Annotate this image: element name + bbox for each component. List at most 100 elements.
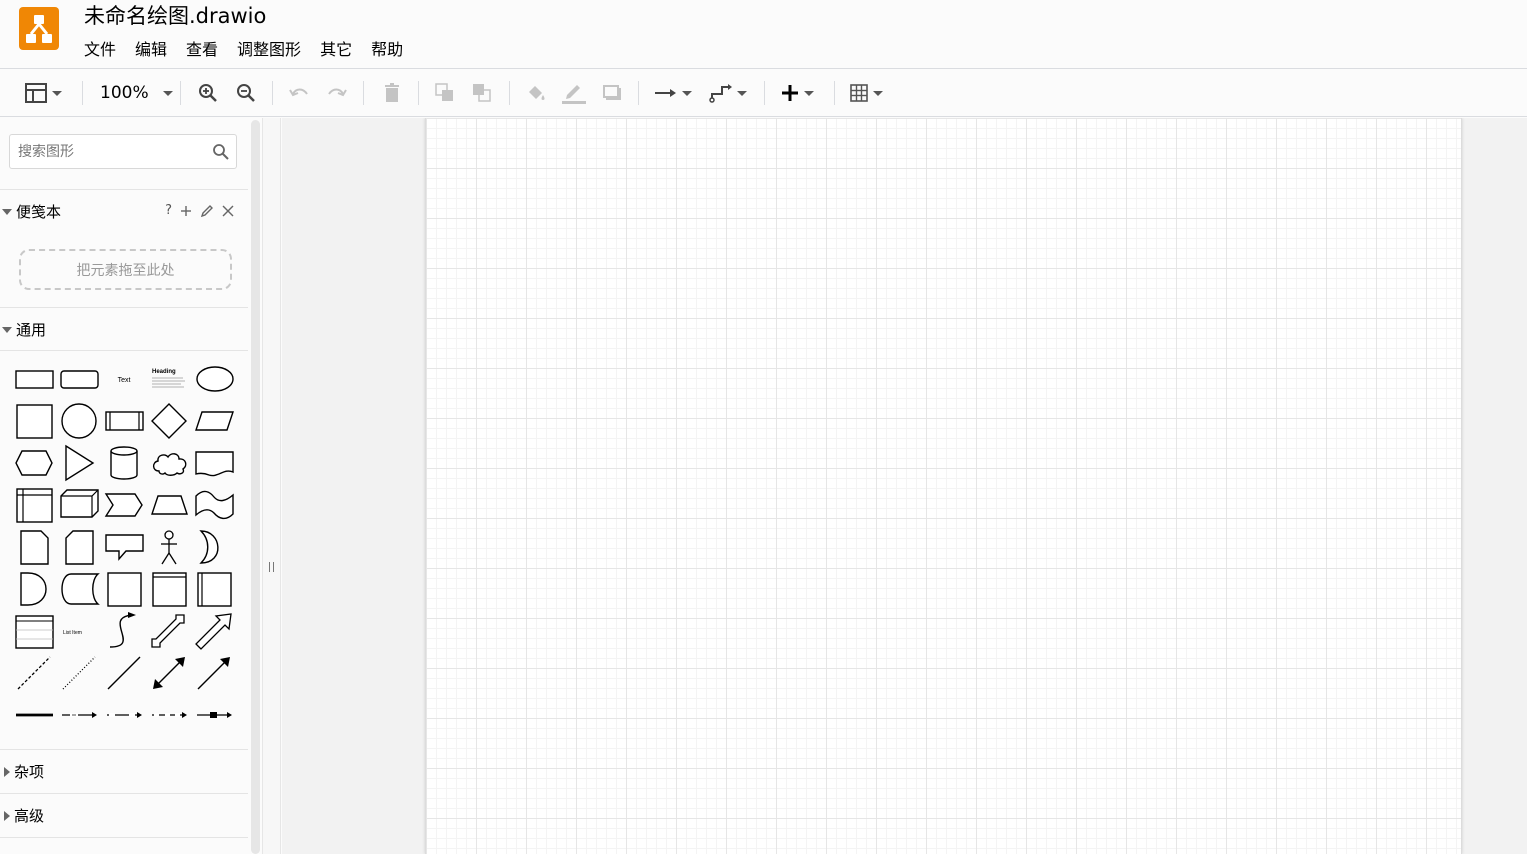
format-panel-toggle-button[interactable] [24,79,62,107]
chevron-down-icon [804,90,814,96]
connection-style-dropdown[interactable] [654,79,692,107]
shape-connector-3-labels[interactable] [147,694,192,736]
section-next-header[interactable] [0,837,248,854]
shadow-button[interactable] [601,79,623,107]
shape-container-vertical[interactable] [192,568,237,610]
toolbar: 100% [0,68,1527,117]
zoom-in-button[interactable] [197,79,219,107]
diagram-page[interactable] [425,118,1462,854]
shape-diamond[interactable] [147,400,192,442]
shape-square[interactable] [12,400,57,442]
shape-hexagon[interactable] [12,442,57,484]
shadow-icon [603,85,621,100]
shape-step[interactable] [102,484,147,526]
divider [0,350,248,351]
shape-tape[interactable] [192,484,237,526]
shape-actor[interactable] [147,526,192,568]
shape-connector-symbol[interactable] [192,694,237,736]
drawio-logo-icon[interactable] [19,7,59,50]
shape-callout[interactable] [102,526,147,568]
shape-internal-storage[interactable] [12,484,57,526]
menu-arrange[interactable]: 调整图形 [237,39,301,61]
shape-connector-label[interactable] [57,694,102,736]
toolbar-divider [509,81,510,105]
chevron-down-icon [682,90,692,96]
shape-rectangle[interactable] [12,358,57,400]
section-advanced-header[interactable]: 高级 [0,793,248,837]
undo-button[interactable] [288,79,310,107]
document-title[interactable]: 未命名绘图.drawio [84,3,266,29]
menu-file[interactable]: 文件 [84,39,116,61]
toolbar-divider [834,81,835,105]
scratchpad-dropzone[interactable]: 把元素拖至此处 [19,249,232,290]
fill-bucket-icon [529,86,545,100]
shape-trapezoid[interactable] [147,484,192,526]
shape-list[interactable] [12,610,57,652]
menu-help[interactable]: 帮助 [371,39,403,61]
shape-line[interactable] [102,652,147,694]
search-input[interactable] [18,142,208,162]
shape-and[interactable] [12,568,57,610]
add-icon[interactable] [180,205,192,217]
insert-dropdown[interactable] [780,79,814,107]
diagram-canvas-area[interactable] [282,118,1527,854]
sidebar-resize-handle[interactable] [262,118,281,854]
shape-dotted-line[interactable] [57,652,102,694]
shape-data-storage[interactable] [57,568,102,610]
shape-list-item[interactable]: List Item [57,610,102,652]
delete-button[interactable] [381,79,403,107]
shape-or[interactable] [192,526,237,568]
shape-cylinder[interactable] [102,442,147,484]
waypoints-dropdown[interactable] [709,79,747,107]
shape-heading-label: Heading [152,369,176,375]
shape-circle[interactable] [57,400,102,442]
shape-list-item-label: List Item [63,630,82,636]
line-color-button[interactable] [561,79,587,107]
menu-view[interactable]: 查看 [186,39,218,61]
section-misc-header[interactable]: 杂项 [0,749,248,793]
close-icon[interactable] [222,205,234,217]
menu-edit[interactable]: 编辑 [135,39,167,61]
shape-directional-connector[interactable] [192,652,237,694]
zoom-out-button[interactable] [235,79,257,107]
shape-cube[interactable] [57,484,102,526]
zoom-dropdown[interactable]: 100% [100,79,173,107]
search-icon[interactable] [212,143,230,161]
help-icon[interactable]: ? [165,203,172,218]
shape-link[interactable] [12,694,57,736]
chevron-down-icon [52,90,62,96]
shape-text[interactable]: Text [102,358,147,400]
to-back-button[interactable] [471,79,493,107]
shape-container[interactable] [147,568,192,610]
shape-dashed-line[interactable] [12,652,57,694]
scratchpad-header[interactable]: 便笺本 ? [0,189,248,233]
shape-parallelogram[interactable] [192,400,237,442]
shape-card[interactable] [57,526,102,568]
toolbar-divider [82,81,83,105]
shape-note[interactable] [12,526,57,568]
shape-bidirectional-connector[interactable] [147,652,192,694]
table-dropdown[interactable] [849,79,883,107]
chevron-down-icon [737,90,747,96]
shape-document[interactable] [192,442,237,484]
to-front-button[interactable] [434,79,456,107]
shape-bidirectional-arrow[interactable] [147,610,192,652]
shape-rounded-rectangle[interactable] [57,358,102,400]
sidebar-scrollbar-thumb[interactable] [251,120,260,854]
shape-cloud[interactable] [147,442,192,484]
shape-arrow[interactable] [192,610,237,652]
shape-triangle[interactable] [57,442,102,484]
menu-extras[interactable]: 其它 [320,39,352,61]
edit-icon[interactable] [200,204,214,218]
redo-button[interactable] [326,79,348,107]
shape-ellipse[interactable] [192,358,237,400]
shape-rectangle-2[interactable] [102,568,147,610]
shape-curve[interactable] [102,610,147,652]
menu-bar: 文件 编辑 查看 调整图形 其它 帮助 [84,39,422,61]
shape-process[interactable] [102,400,147,442]
shape-textbox[interactable]: Heading [147,358,192,400]
to-front-icon [435,83,453,101]
fill-color-button[interactable] [525,79,547,107]
section-general-header[interactable]: 通用 [0,307,248,351]
shape-connector-2-labels[interactable] [102,694,147,736]
